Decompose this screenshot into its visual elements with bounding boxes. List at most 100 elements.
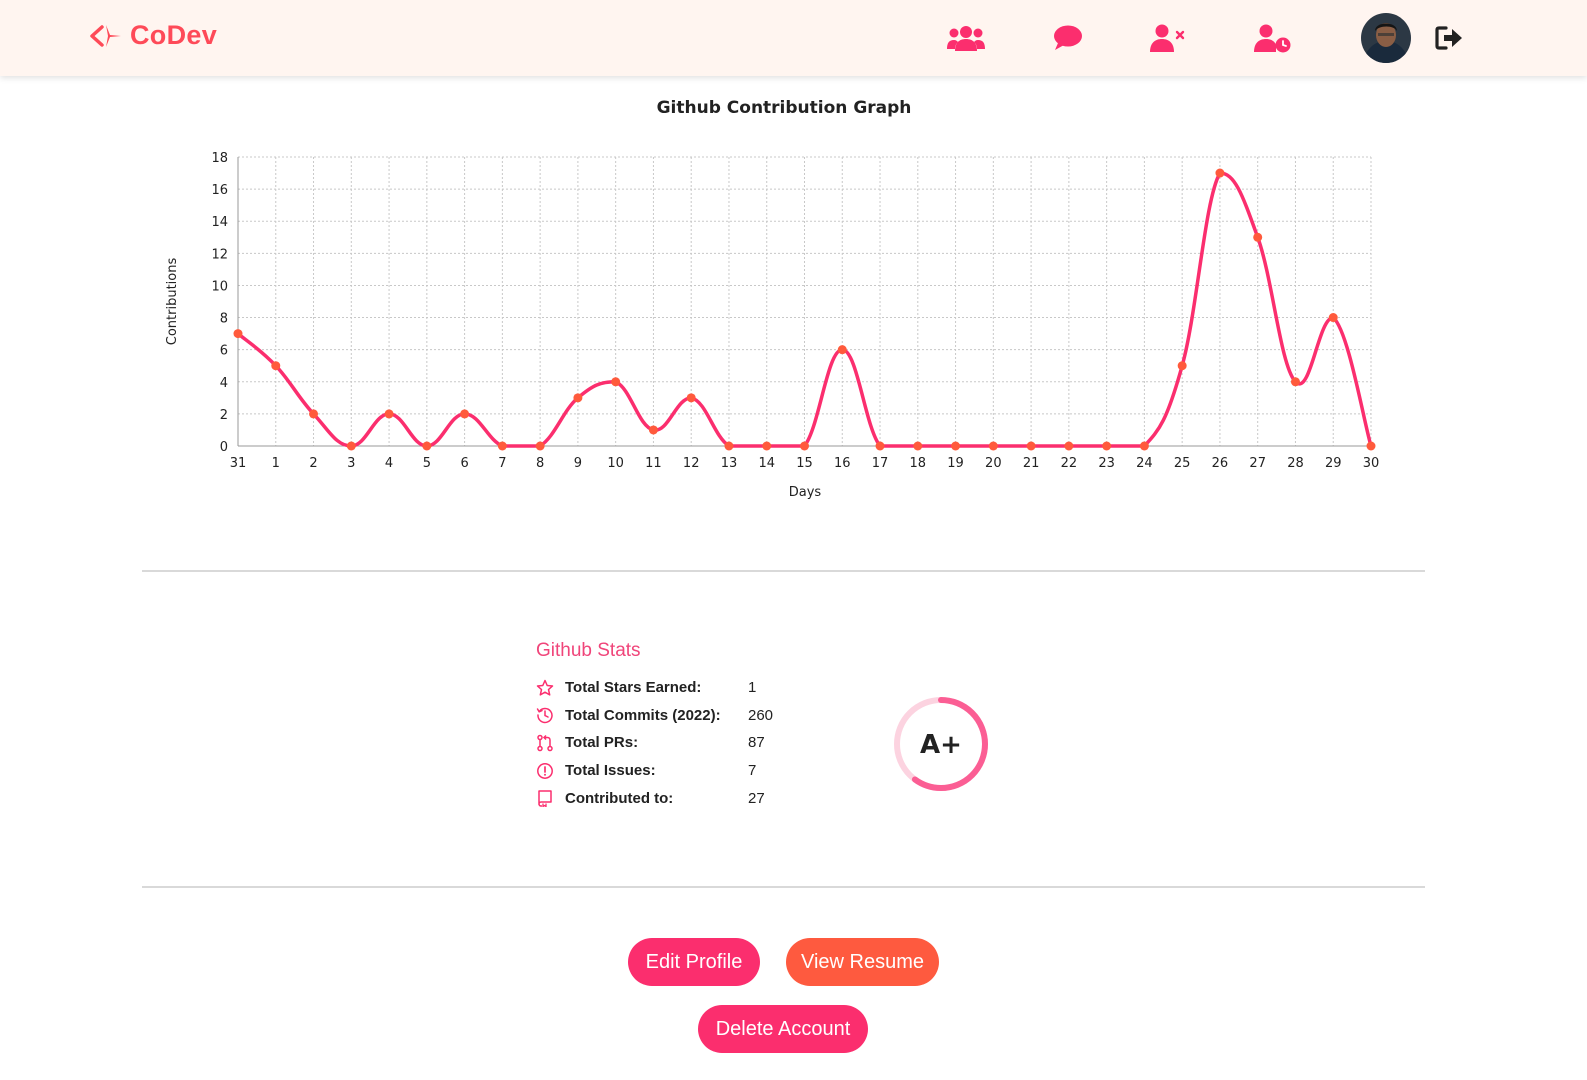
stat-label: Total Stars Earned: — [565, 679, 702, 697]
x-tick-label: 6 — [460, 456, 468, 471]
x-tick-label: 20 — [985, 456, 1002, 471]
brand[interactable]: CoDev — [90, 20, 217, 51]
x-axis-label: Days — [789, 485, 822, 500]
navbar: CoDev — [0, 0, 1587, 76]
data-point — [309, 409, 319, 419]
x-tick-label: 12 — [683, 456, 700, 471]
y-tick-label: 0 — [220, 440, 228, 455]
x-tick-label: 30 — [1363, 456, 1380, 471]
users-icon[interactable] — [946, 20, 986, 56]
stat-value: 27 — [748, 789, 765, 807]
data-point — [535, 441, 545, 451]
x-tick-label: 13 — [721, 456, 738, 471]
data-point — [1064, 441, 1074, 451]
data-point — [800, 441, 809, 451]
data-point — [1290, 377, 1300, 387]
y-tick-label: 4 — [220, 376, 228, 391]
edit-profile-button[interactable]: Edit Profile — [628, 938, 760, 986]
stat-label: Total Commits (2022): — [565, 706, 721, 724]
stats-title: Github Stats — [536, 640, 641, 661]
x-tick-label: 14 — [758, 456, 775, 471]
grade-text: A+ — [920, 730, 962, 760]
data-point — [648, 425, 658, 435]
stat-row-prs: Total PRs: 87 — [536, 729, 836, 757]
x-tick-label: 8 — [536, 456, 544, 471]
contribution-chart: 0 2 4 6 8 10 12 14 16 18 31 1 2 3 4 5 6 7 8 9 10 11 12 13 14 15 16… — [150, 88, 1437, 518]
pull-request-icon — [536, 734, 554, 752]
stat-row-issues: Total Issues: 7 — [536, 757, 836, 785]
user-remove-icon[interactable] — [1148, 20, 1188, 56]
divider-top — [142, 570, 1425, 572]
issue-icon — [536, 762, 554, 780]
github-stats: Github Stats Total Stars Earned: 1 Total… — [536, 640, 836, 812]
x-tick-label: 24 — [1136, 456, 1153, 471]
delete-account-button[interactable]: Delete Account — [698, 1005, 868, 1053]
data-point — [384, 409, 394, 419]
stat-row-commits: Total Commits (2022): 260 — [536, 702, 836, 730]
code-logo-icon — [90, 24, 121, 47]
y-tick-label: 12 — [211, 247, 228, 262]
stat-value: 260 — [748, 706, 774, 724]
data-point — [460, 409, 470, 419]
x-tick-label: 19 — [947, 456, 964, 471]
data-point — [875, 441, 885, 451]
data-point — [233, 329, 243, 339]
x-tick-label: 27 — [1249, 456, 1266, 471]
x-tick-label: 21 — [1023, 456, 1040, 471]
data-point — [1102, 441, 1112, 451]
x-tick-label: 1 — [272, 456, 280, 471]
data-point — [1215, 168, 1225, 178]
data-point — [988, 441, 998, 451]
stat-label: Total Issues: — [565, 762, 656, 780]
x-tick-label: 4 — [385, 456, 393, 471]
data-point — [346, 441, 356, 451]
data-point — [951, 441, 961, 451]
x-tick-label: 17 — [872, 456, 889, 471]
x-tick-label: 2 — [309, 456, 317, 471]
brand-name: CoDev — [130, 20, 218, 50]
data-point — [271, 361, 281, 371]
star-icon — [536, 679, 554, 697]
chart-title: Github Contribution Graph — [657, 98, 912, 118]
y-tick-label: 16 — [211, 183, 228, 198]
x-tick-label: 31 — [230, 456, 247, 471]
x-tick-label: 18 — [910, 456, 927, 471]
data-point — [611, 377, 621, 387]
x-tick-label: 29 — [1325, 456, 1342, 471]
data-point — [1253, 232, 1263, 242]
stat-value: 87 — [748, 734, 765, 752]
stat-label: Total PRs: — [565, 734, 639, 752]
y-tick-label: 6 — [220, 344, 228, 359]
grade-ring: A+ — [891, 694, 991, 794]
y-tick-label: 8 — [220, 312, 228, 327]
data-point — [724, 441, 734, 451]
x-tick-label: 7 — [498, 456, 506, 471]
data-point — [497, 441, 507, 451]
data-point — [1366, 441, 1376, 451]
x-tick-label: 26 — [1212, 456, 1229, 471]
y-tick-label: 14 — [211, 215, 228, 230]
x-tick-label: 11 — [645, 456, 662, 471]
y-axis-label: Contributions — [165, 258, 180, 346]
data-point — [1177, 361, 1187, 371]
x-tick-label: 16 — [834, 456, 851, 471]
view-resume-button[interactable]: View Resume — [786, 938, 939, 986]
x-tick-label: 5 — [423, 456, 431, 471]
x-tick-label: 22 — [1061, 456, 1078, 471]
user-pending-icon[interactable] — [1252, 20, 1292, 56]
x-tick-label: 25 — [1174, 456, 1191, 471]
x-tick-label: 23 — [1098, 456, 1115, 471]
data-point — [1139, 441, 1149, 451]
x-tick-label: 15 — [796, 456, 813, 471]
y-tick-label: 10 — [211, 279, 228, 294]
avatar[interactable] — [1361, 13, 1411, 63]
y-tick-label: 2 — [220, 408, 228, 423]
logout-icon[interactable] — [1430, 20, 1470, 56]
data-point — [422, 441, 432, 451]
y-tick-label: 18 — [211, 151, 228, 166]
x-tick-label: 10 — [607, 456, 624, 471]
chat-icon[interactable] — [1048, 20, 1088, 56]
data-point — [762, 441, 772, 451]
data-point — [1328, 313, 1338, 323]
stat-row-stars: Total Stars Earned: 1 — [536, 674, 836, 702]
